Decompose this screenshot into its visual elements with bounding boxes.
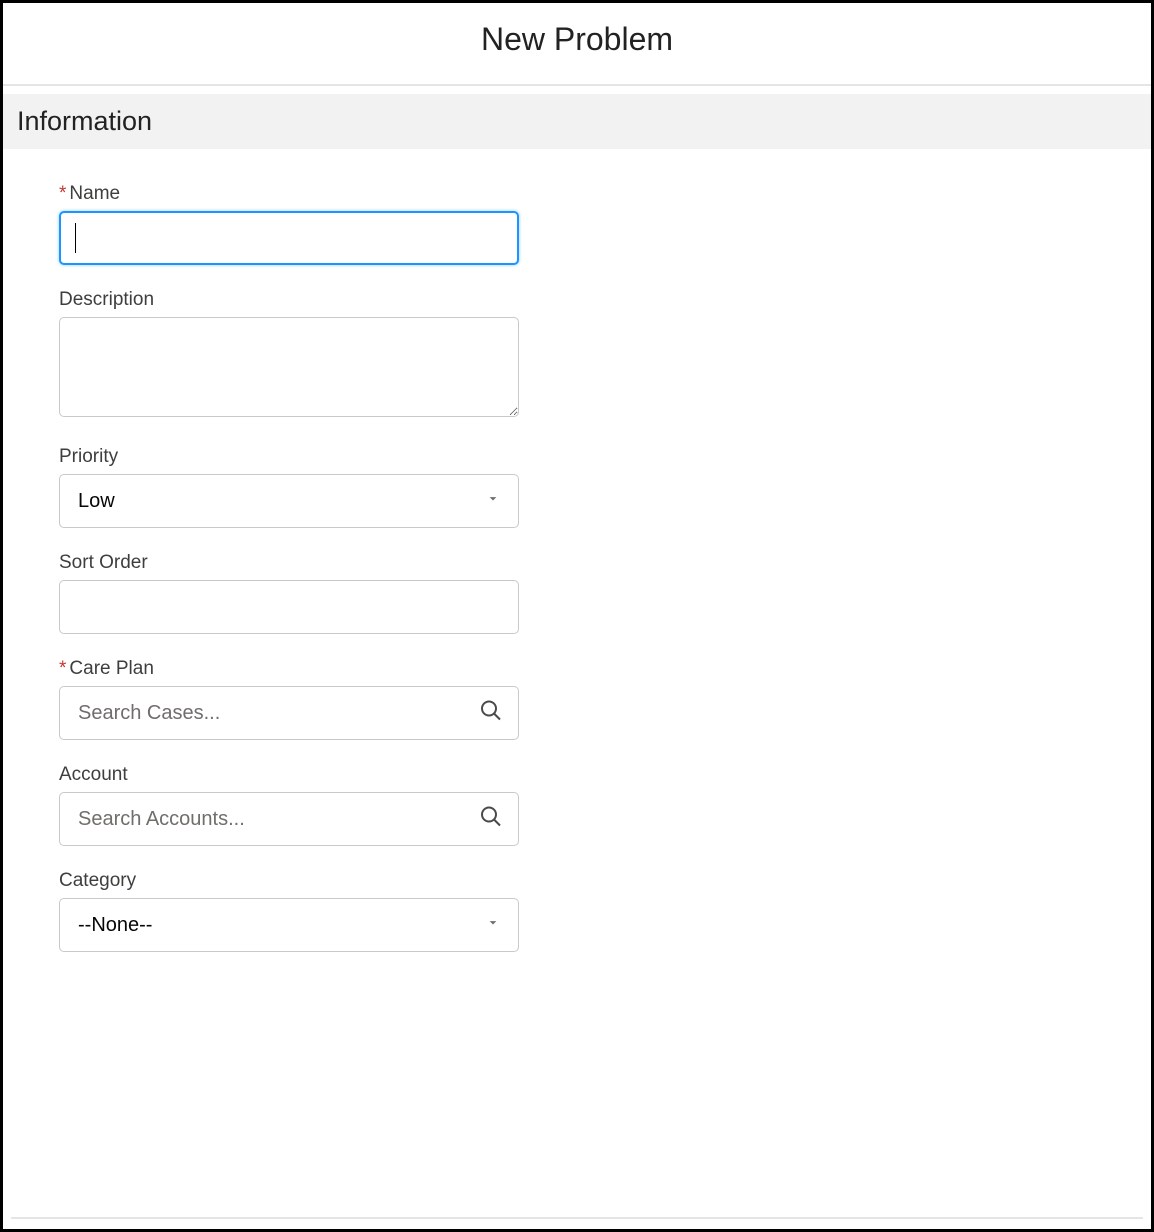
field-group-priority: Priority Low (59, 446, 1095, 528)
priority-select[interactable]: Low (59, 474, 519, 528)
category-value: --None-- (78, 914, 152, 937)
description-textarea[interactable] (59, 317, 519, 417)
new-problem-modal: New Problem Information *Name Descriptio… (0, 0, 1154, 1232)
section-title: Information (17, 106, 1137, 137)
care-plan-lookup[interactable] (59, 686, 519, 740)
field-group-name: *Name (59, 183, 1095, 265)
field-group-category: Category --None-- (59, 870, 1095, 952)
name-label: *Name (59, 183, 1095, 205)
divider (11, 1217, 1143, 1219)
required-indicator: * (59, 658, 66, 679)
field-group-care-plan: *Care Plan (59, 658, 1095, 740)
divider (3, 84, 1151, 86)
name-input[interactable] (59, 211, 519, 265)
category-select[interactable]: --None-- (59, 898, 519, 952)
care-plan-label: *Care Plan (59, 658, 1095, 680)
priority-value: Low (78, 490, 115, 513)
required-indicator: * (59, 183, 66, 204)
field-group-sort-order: Sort Order (59, 552, 1095, 634)
field-group-account: Account (59, 764, 1095, 846)
care-plan-label-text: Care Plan (69, 658, 154, 679)
form-body: *Name Description Priority Low (3, 149, 1151, 1016)
name-label-text: Name (69, 183, 120, 204)
category-label: Category (59, 870, 1095, 892)
section-header-information: Information (3, 94, 1151, 149)
sort-order-label: Sort Order (59, 552, 1095, 574)
modal-header: New Problem (3, 3, 1151, 84)
field-group-description: Description (59, 289, 1095, 422)
account-label: Account (59, 764, 1095, 786)
text-cursor (75, 223, 76, 253)
account-lookup[interactable] (59, 792, 519, 846)
sort-order-input[interactable] (59, 580, 519, 634)
description-label: Description (59, 289, 1095, 311)
priority-label: Priority (59, 446, 1095, 468)
modal-title: New Problem (3, 21, 1151, 58)
